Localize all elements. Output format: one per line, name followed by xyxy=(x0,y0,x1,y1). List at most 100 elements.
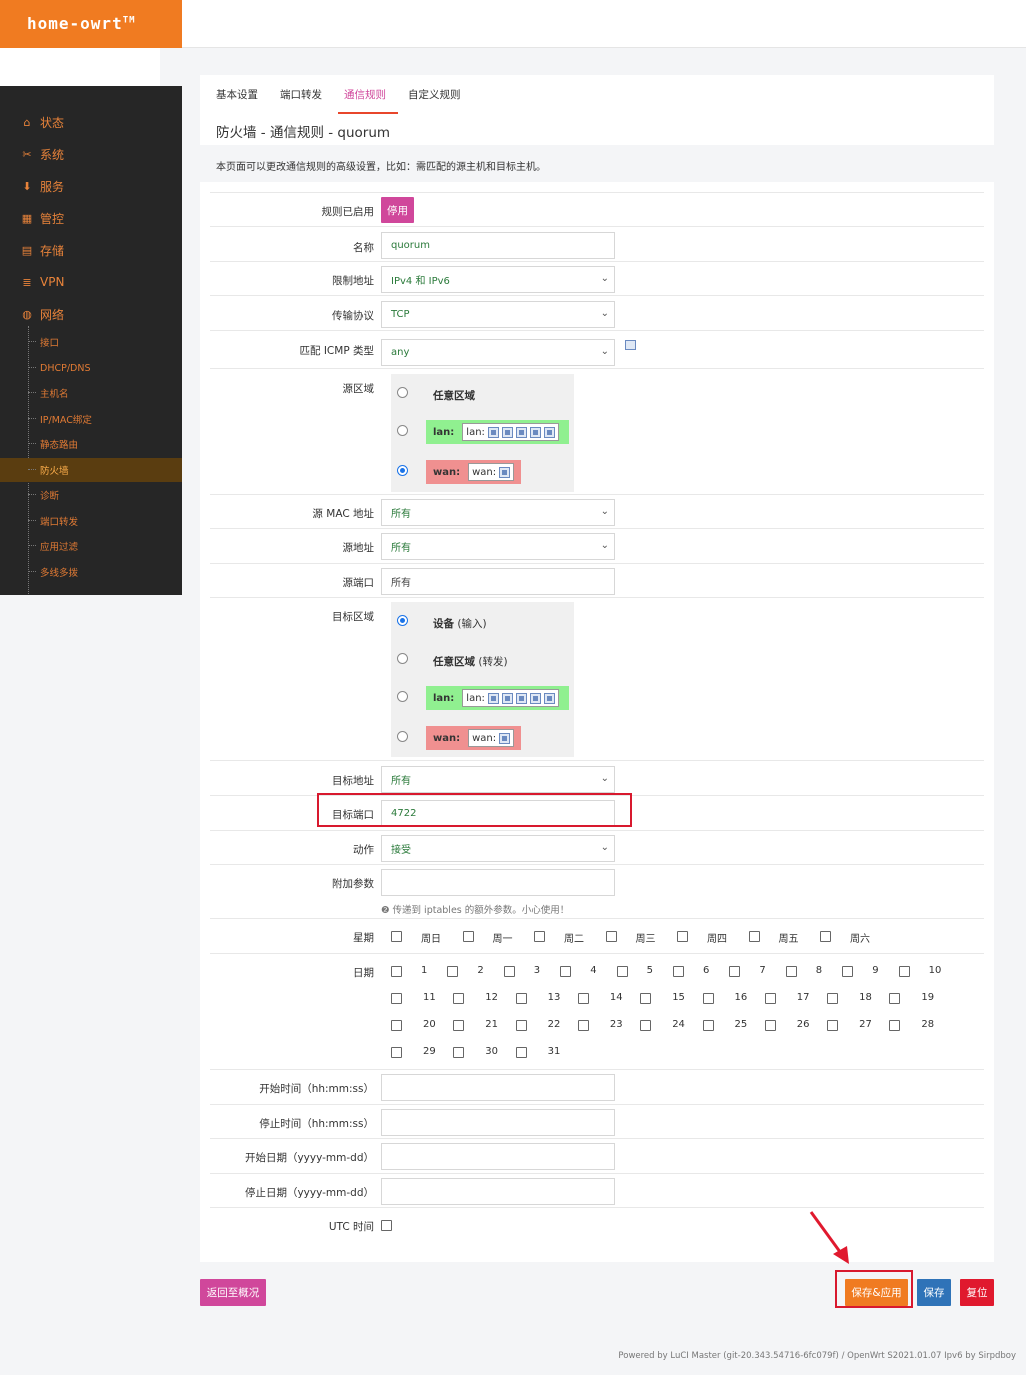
start-date-input[interactable] xyxy=(381,1143,615,1170)
monthday-checkbox[interactable] xyxy=(785,966,797,977)
monthday-checkbox[interactable] xyxy=(729,966,741,977)
monthday-checkbox[interactable] xyxy=(503,966,515,977)
monthday-checkbox[interactable] xyxy=(391,966,402,977)
src-ip-select[interactable]: 所有 ⌄ xyxy=(381,533,615,560)
src-ip-label: 源地址 xyxy=(342,542,375,554)
weekday-checkbox[interactable] xyxy=(748,931,760,942)
monthday-checkbox[interactable] xyxy=(673,966,684,977)
save-apply-button[interactable]: 保存&应用 xyxy=(845,1279,908,1306)
sidebar-subitem-appfilter[interactable]: 应用过滤 xyxy=(0,534,182,558)
dest-ip-select[interactable]: 所有 ⌄ xyxy=(381,766,615,793)
disable-button[interactable]: 停用 xyxy=(381,197,414,223)
family-select[interactable]: IPv4 和 IPv6 ⌄ xyxy=(381,266,615,293)
save-button[interactable]: 保存 xyxy=(917,1279,951,1306)
monthday-label: 28 xyxy=(921,1019,935,1030)
sidebar-subitem-interfaces[interactable]: 接口 xyxy=(0,330,182,354)
monthday-checkbox[interactable] xyxy=(702,993,714,1004)
name-input[interactable]: quorum xyxy=(381,232,615,259)
monthday-checkbox[interactable] xyxy=(515,1020,527,1031)
monthday-checkbox[interactable] xyxy=(764,993,776,1004)
dest-zone-any-text: 任意区域 xyxy=(433,656,475,668)
monthday-checkbox[interactable] xyxy=(640,1020,652,1031)
sidebar-subitem-multiwan[interactable]: 多线多拨 xyxy=(0,560,182,584)
sidebar-item-network[interactable]: ◍ 网络 xyxy=(0,299,182,329)
monthday-checkbox[interactable] xyxy=(391,1047,402,1058)
monthday-checkbox[interactable] xyxy=(889,1020,901,1031)
monthday-checkbox[interactable] xyxy=(391,1020,402,1031)
sidebar-subitem-firewall[interactable]: 防火墙 xyxy=(0,458,182,482)
dest-zone-lan-radio[interactable] xyxy=(397,691,408,702)
sidebar-subitem-diagnostics[interactable]: 诊断 xyxy=(0,483,182,507)
src-zone-wan-radio[interactable] xyxy=(397,465,408,476)
src-mac-select[interactable]: 所有 ⌄ xyxy=(381,499,615,526)
src-zone-any-radio[interactable] xyxy=(397,387,408,398)
monthday-checkbox[interactable] xyxy=(447,966,459,977)
weekday-checkbox[interactable] xyxy=(391,931,402,942)
weekday-checkbox[interactable] xyxy=(534,931,545,942)
dest-zone-device-radio[interactable] xyxy=(397,615,408,626)
weekday-checkbox[interactable] xyxy=(820,931,831,942)
row-dest-zone: 目标区域 设备 (输入) 任意区域 (转发) lan: lan: wan: wan: xyxy=(210,597,984,760)
src-zone-lan-radio[interactable] xyxy=(397,425,408,436)
src-port-input[interactable]: 所有 xyxy=(381,568,615,595)
weekday-checkbox[interactable] xyxy=(605,931,617,942)
sidebar-subitem-routes[interactable]: 静态路由 xyxy=(0,432,182,456)
monthday-checkbox[interactable] xyxy=(577,1020,589,1031)
brand-mark: TM xyxy=(122,15,136,26)
monthday-checkbox[interactable] xyxy=(453,1047,465,1058)
sidebar-subitem-ipmac[interactable]: IP/MAC绑定 xyxy=(0,407,182,431)
tab-portforward[interactable]: 端口转发 xyxy=(280,87,322,112)
tab-custom-rules[interactable]: 自定义规则 xyxy=(408,87,461,112)
monthday-checkbox[interactable] xyxy=(898,966,910,977)
monthday-label: 1 xyxy=(421,965,428,976)
reset-button[interactable]: 复位 xyxy=(960,1279,994,1306)
back-to-overview-button[interactable]: 返回至概况 xyxy=(200,1279,266,1306)
sidebar-item-storage[interactable]: ▤ 存储 xyxy=(0,235,182,265)
weekday-label: 周三 xyxy=(635,934,656,945)
network-device-icon xyxy=(543,426,555,438)
download-icon: ⬇ xyxy=(22,179,32,193)
monthday-checkbox[interactable] xyxy=(515,993,527,1004)
monthday-label: 8 xyxy=(815,965,823,976)
sidebar-item-vpn[interactable]: ≣ VPN xyxy=(0,267,182,297)
monthday-checkbox[interactable] xyxy=(577,993,589,1004)
tab-basic[interactable]: 基本设置 xyxy=(216,87,258,112)
monthday-checkbox[interactable] xyxy=(764,1020,776,1031)
monthday-checkbox[interactable] xyxy=(391,993,402,1004)
sidebar-item-status[interactable]: ⌂ 状态 xyxy=(0,107,182,137)
monthday-checkbox[interactable] xyxy=(453,1020,465,1031)
monthday-checkbox[interactable] xyxy=(842,966,854,977)
dest-zone-any-radio[interactable] xyxy=(397,653,408,664)
monthday-label: 3 xyxy=(533,965,541,976)
monthday-checkbox[interactable] xyxy=(889,993,901,1004)
sidebar-item-services[interactable]: ⬇ 服务 xyxy=(0,171,182,201)
weekday-checkbox[interactable] xyxy=(677,931,688,942)
brand-logo[interactable]: home-owrtTM xyxy=(0,0,182,48)
proto-select[interactable]: TCP ⌄ xyxy=(381,301,615,328)
utc-checkbox[interactable] xyxy=(381,1220,392,1231)
add-icmp-icon[interactable] xyxy=(625,340,636,350)
sidebar-item-system[interactable]: ✂ 系统 xyxy=(0,139,182,169)
monthday-checkbox[interactable] xyxy=(702,1020,714,1031)
dest-zone-wan-radio[interactable] xyxy=(397,731,408,742)
sidebar-subitem-dhcp[interactable]: DHCP/DNS xyxy=(0,356,182,380)
sidebar-subitem-portfwd[interactable]: 端口转发 xyxy=(0,509,182,533)
sidebar-subitem-hostname[interactable]: 主机名 xyxy=(0,381,182,405)
weekday-checkbox[interactable] xyxy=(462,931,474,942)
tab-traffic-rules[interactable]: 通信规则 xyxy=(338,87,398,114)
monthday-checkbox[interactable] xyxy=(827,1020,839,1031)
sidebar-item-control[interactable]: ▦ 管控 xyxy=(0,203,182,233)
extra-input[interactable] xyxy=(381,869,615,896)
icmp-select[interactable]: any ⌄ xyxy=(381,339,615,366)
monthday-checkbox[interactable] xyxy=(560,966,572,977)
monthday-checkbox[interactable] xyxy=(515,1047,527,1058)
stop-date-input[interactable] xyxy=(381,1178,615,1205)
start-time-input[interactable] xyxy=(381,1074,615,1101)
stop-time-input[interactable] xyxy=(381,1109,615,1136)
monthday-checkbox[interactable] xyxy=(640,993,652,1004)
monthday-checkbox[interactable] xyxy=(453,993,465,1004)
monthday-checkbox[interactable] xyxy=(616,966,628,977)
monthday-checkbox[interactable] xyxy=(827,993,839,1004)
target-select[interactable]: 接受 ⌄ xyxy=(381,835,615,862)
row-utc: UTC 时间 xyxy=(210,1207,984,1243)
